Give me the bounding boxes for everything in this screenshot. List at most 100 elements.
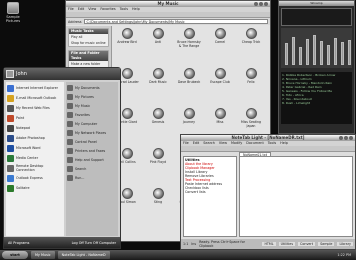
program-label: E-mail Microsoft Outlook: [16, 96, 57, 100]
pinned-program[interactable]: Adobe Photoshop: [7, 133, 63, 143]
system-place[interactable]: My Network Places: [67, 128, 117, 137]
pinned-program[interactable]: Media Center: [7, 153, 63, 163]
album-folder[interactable]: Miss: [208, 108, 232, 124]
pinned-program[interactable]: E-mail Microsoft Outlook: [7, 93, 63, 103]
album-folder[interactable]: Dark Music: [146, 68, 170, 84]
explorer-title-bar[interactable]: My Music: [66, 1, 270, 7]
task-group-title[interactable]: File and Folder Tasks: [69, 51, 108, 61]
eq-slider[interactable]: [306, 39, 309, 65]
eq-slider[interactable]: [348, 40, 351, 65]
pinned-program[interactable]: Internet Internet Explorer: [7, 83, 63, 93]
clip-item[interactable]: Convert lists: [185, 190, 235, 194]
pinned-program[interactable]: Outlook Express: [7, 173, 63, 183]
clipbook-tab[interactable]: Library: [337, 242, 353, 246]
pinned-program[interactable]: My Recent Web Files: [7, 103, 63, 113]
album-folder[interactable]: Felix: [239, 68, 263, 84]
cd-icon: [183, 108, 195, 119]
album-folder[interactable]: Dave Brubeck: [177, 68, 201, 84]
notetab-menu-item[interactable]: Document: [246, 141, 264, 145]
minimize-icon[interactable]: [254, 2, 258, 6]
menu-view[interactable]: View: [88, 7, 96, 11]
desktop-icon-sample-pictures[interactable]: Sample Pictures: [2, 2, 24, 23]
eq-slider[interactable]: [292, 37, 295, 65]
turn-off-button[interactable]: Turn Off Computer: [85, 241, 116, 245]
eq-slider[interactable]: [313, 35, 316, 65]
playlist-item[interactable]: 8. Rush - Limelight: [282, 101, 351, 105]
cd-icon: [183, 28, 195, 39]
maximize-icon[interactable]: [344, 136, 348, 140]
close-icon[interactable]: [349, 136, 353, 140]
place-label: My Computer: [75, 121, 98, 126]
menu-tools[interactable]: Tools: [120, 7, 128, 11]
system-place[interactable]: Control Panel: [67, 137, 117, 146]
system-place[interactable]: My Computer: [67, 119, 117, 128]
program-label: Notepad: [16, 126, 31, 130]
album-folder[interactable]: Genesis: [146, 108, 170, 124]
album-folder[interactable]: Camel: [208, 28, 232, 44]
album-label: Sting: [153, 200, 163, 204]
pinned-program[interactable]: Solitaire: [7, 183, 63, 193]
cd-icon: [121, 108, 133, 119]
log-off-button[interactable]: Log Off: [72, 241, 84, 245]
close-icon[interactable]: [264, 2, 268, 6]
menu-favorites[interactable]: Favorites: [100, 7, 115, 11]
clipbook-tab[interactable]: Utilities: [278, 242, 296, 246]
eq-slider[interactable]: [285, 43, 288, 65]
minimize-icon[interactable]: [339, 136, 343, 140]
taskbar-item-notetab[interactable]: NoteTab Light - NoNameD: [57, 251, 110, 259]
menu-file[interactable]: File: [68, 7, 74, 11]
system-place[interactable]: My Documents: [67, 83, 117, 92]
system-place[interactable]: My Pictures: [67, 92, 117, 101]
place-label: Search: [75, 166, 87, 171]
album-folder[interactable]: Pink Floyd: [146, 148, 170, 164]
winamp-title-bar[interactable]: Winamp: [279, 1, 354, 6]
album-folder[interactable]: Miss Seating Japan: [239, 108, 263, 128]
clipbook-tab[interactable]: Sample: [318, 242, 335, 246]
clipbook-tab[interactable]: HTML: [262, 242, 276, 246]
notetab-menu-item[interactable]: Edit: [193, 141, 200, 145]
system-place[interactable]: Run...: [67, 173, 117, 182]
maximize-icon[interactable]: [259, 2, 263, 6]
text-editor[interactable]: [239, 156, 353, 237]
task-shop-music[interactable]: Shop for music online: [69, 40, 108, 46]
system-place[interactable]: Help and Support: [67, 155, 117, 164]
menu-help[interactable]: Help: [132, 7, 140, 11]
album-folder[interactable]: Escape Club: [208, 68, 232, 84]
album-folder[interactable]: Andrew Bird: [115, 28, 139, 44]
notetab-menu-item[interactable]: File: [183, 141, 189, 145]
system-place[interactable]: Search: [67, 164, 117, 173]
all-programs-button[interactable]: All Programs: [8, 241, 29, 245]
notetab-menu-item[interactable]: Tools: [268, 141, 276, 145]
pinned-program[interactable]: Remote Desktop Connection: [7, 163, 63, 173]
notetab-menu-item[interactable]: Modify: [231, 141, 242, 145]
system-place[interactable]: My Music: [67, 101, 117, 110]
clipbook-tab[interactable]: Convert: [298, 242, 316, 246]
winamp-display: [281, 8, 352, 26]
notetab-menu-item[interactable]: Help: [280, 141, 288, 145]
album-folder[interactable]: Bruce Hornsby & The Range: [177, 28, 201, 48]
avatar[interactable]: [6, 70, 14, 78]
eq-slider[interactable]: [334, 38, 337, 65]
notetab-title-bar[interactable]: NoteTab Light - [NoNameDR.txt]: [181, 135, 355, 141]
status-field: 1:1: [183, 242, 189, 246]
album-folder[interactable]: Journey: [177, 108, 201, 124]
taskbar-item-explorer[interactable]: My Music: [31, 251, 55, 259]
program-icon: [7, 154, 14, 162]
start-button[interactable]: start: [2, 251, 28, 259]
eq-slider[interactable]: [320, 41, 323, 65]
pinned-program[interactable]: Microsoft Word: [7, 143, 63, 153]
album-folder[interactable]: Cheap Trick: [239, 28, 263, 44]
pinned-program[interactable]: Notepad: [7, 123, 63, 133]
album-folder[interactable]: Anti: [146, 28, 170, 44]
address-input[interactable]: C:\Documents and Settings\John\My Docume…: [83, 19, 268, 24]
system-place[interactable]: Printers and Faxes: [67, 146, 117, 155]
eq-slider[interactable]: [299, 47, 302, 65]
menu-edit[interactable]: Edit: [78, 7, 85, 11]
album-folder[interactable]: Sting: [146, 188, 170, 204]
pinned-program[interactable]: Paint: [7, 113, 63, 123]
notetab-menu-item[interactable]: Search: [203, 141, 215, 145]
system-place[interactable]: Favorites: [67, 110, 117, 119]
eq-slider[interactable]: [327, 45, 330, 65]
notetab-menu-item[interactable]: View: [219, 141, 227, 145]
eq-slider[interactable]: [341, 42, 344, 65]
